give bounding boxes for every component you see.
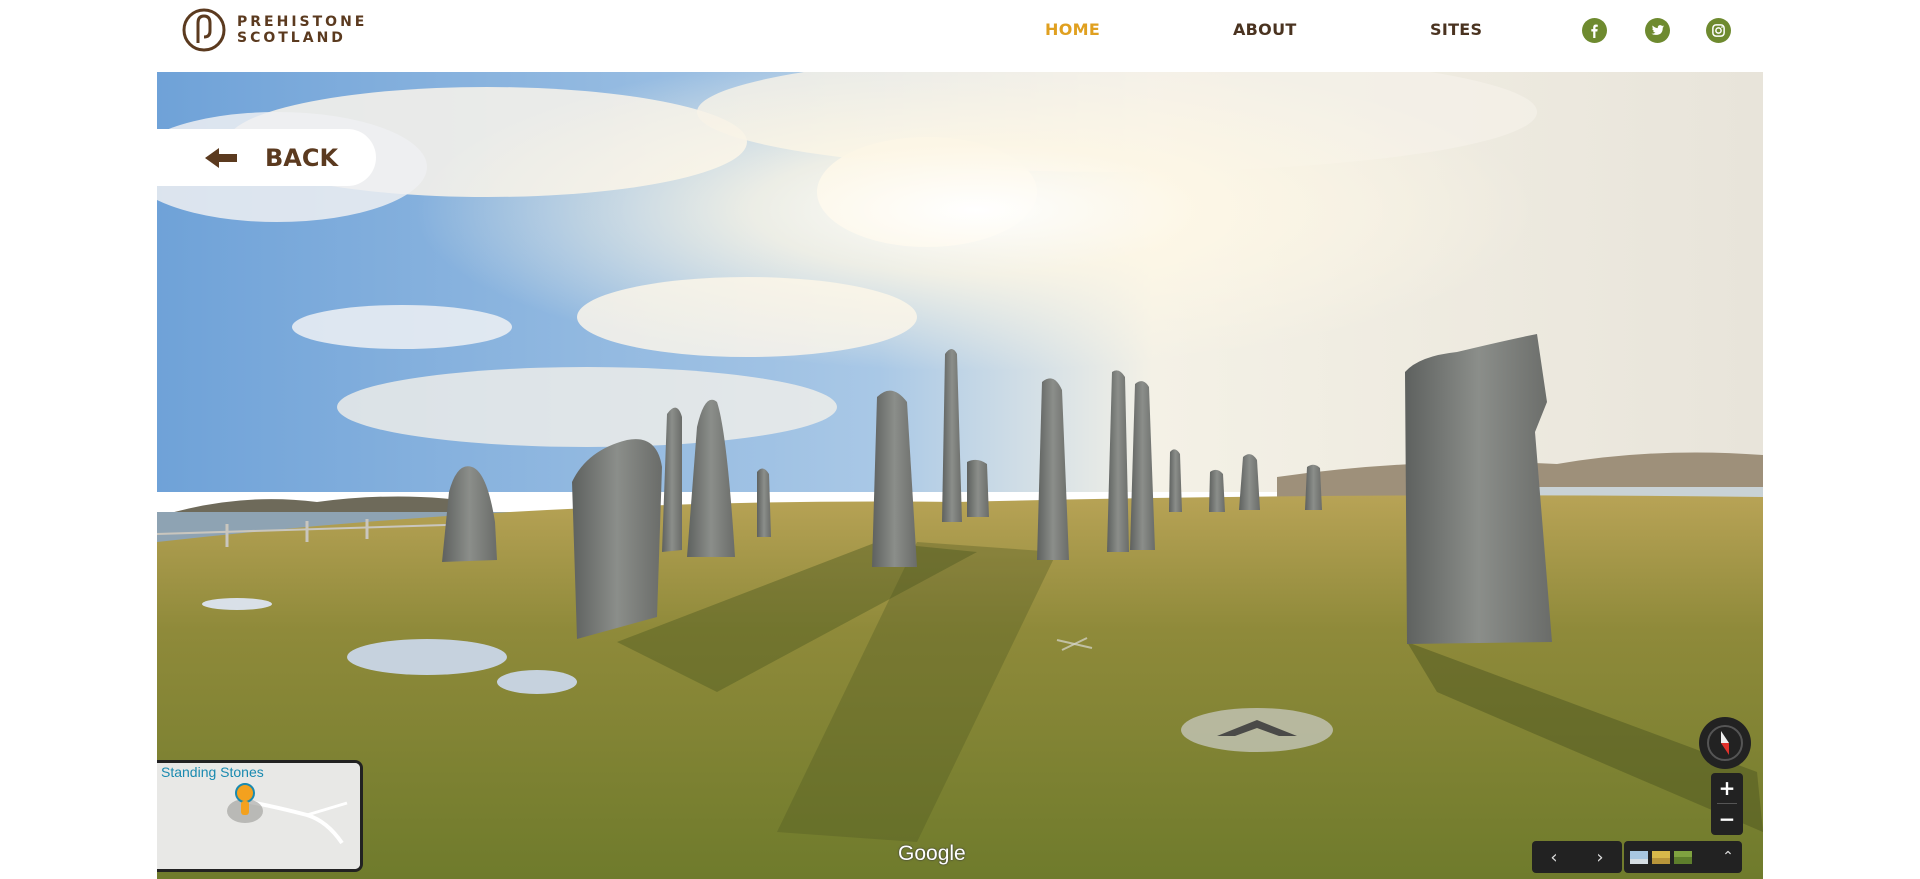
thumbnail-1[interactable] — [1630, 851, 1648, 864]
previous-photo-button[interactable]: ‹ — [1532, 841, 1576, 873]
main-nav: HOME ABOUT SITES — [157, 20, 1763, 44]
nav-about[interactable]: ABOUT — [1233, 20, 1297, 39]
zoom-out-button[interactable]: − — [1711, 804, 1743, 834]
facebook-icon[interactable] — [1582, 18, 1607, 43]
twitter-icon[interactable] — [1645, 18, 1670, 43]
google-logo[interactable]: Google — [898, 842, 966, 866]
minimap-location-label[interactable]: Standing Stones — [161, 764, 264, 780]
next-photo-button[interactable]: › — [1578, 841, 1622, 873]
zoom-in-button[interactable]: + — [1711, 773, 1743, 803]
minimap[interactable]: Standing Stones — [157, 760, 363, 872]
zoom-control: + − — [1711, 773, 1743, 835]
photo-thumbnails: ⌃ — [1624, 841, 1742, 873]
thumbnail-3[interactable] — [1674, 851, 1692, 864]
thumbnail-2[interactable] — [1652, 851, 1670, 864]
nav-sites[interactable]: SITES — [1430, 20, 1482, 39]
page: PREHISTONE SCOTLAND HOME ABOUT SITES BAC… — [0, 0, 1920, 879]
site-header: PREHISTONE SCOTLAND HOME ABOUT SITES — [157, 0, 1763, 72]
street-view-panorama[interactable]: BACK Standing Stones Google + − ‹ › ⌃ — [157, 72, 1763, 879]
nav-home[interactable]: HOME — [1045, 20, 1100, 39]
standing-stones-panorama-image[interactable] — [157, 72, 1763, 879]
photo-navigation: ‹ › — [1532, 841, 1622, 873]
compass-control[interactable] — [1699, 717, 1751, 769]
expand-thumbnails-icon[interactable]: ⌃ — [1716, 841, 1740, 873]
compass-needle-icon — [1707, 725, 1743, 761]
instagram-icon[interactable] — [1706, 18, 1731, 43]
back-button-label: BACK — [265, 143, 339, 172]
back-button[interactable]: BACK — [157, 129, 376, 186]
arrow-left-icon — [205, 147, 237, 168]
